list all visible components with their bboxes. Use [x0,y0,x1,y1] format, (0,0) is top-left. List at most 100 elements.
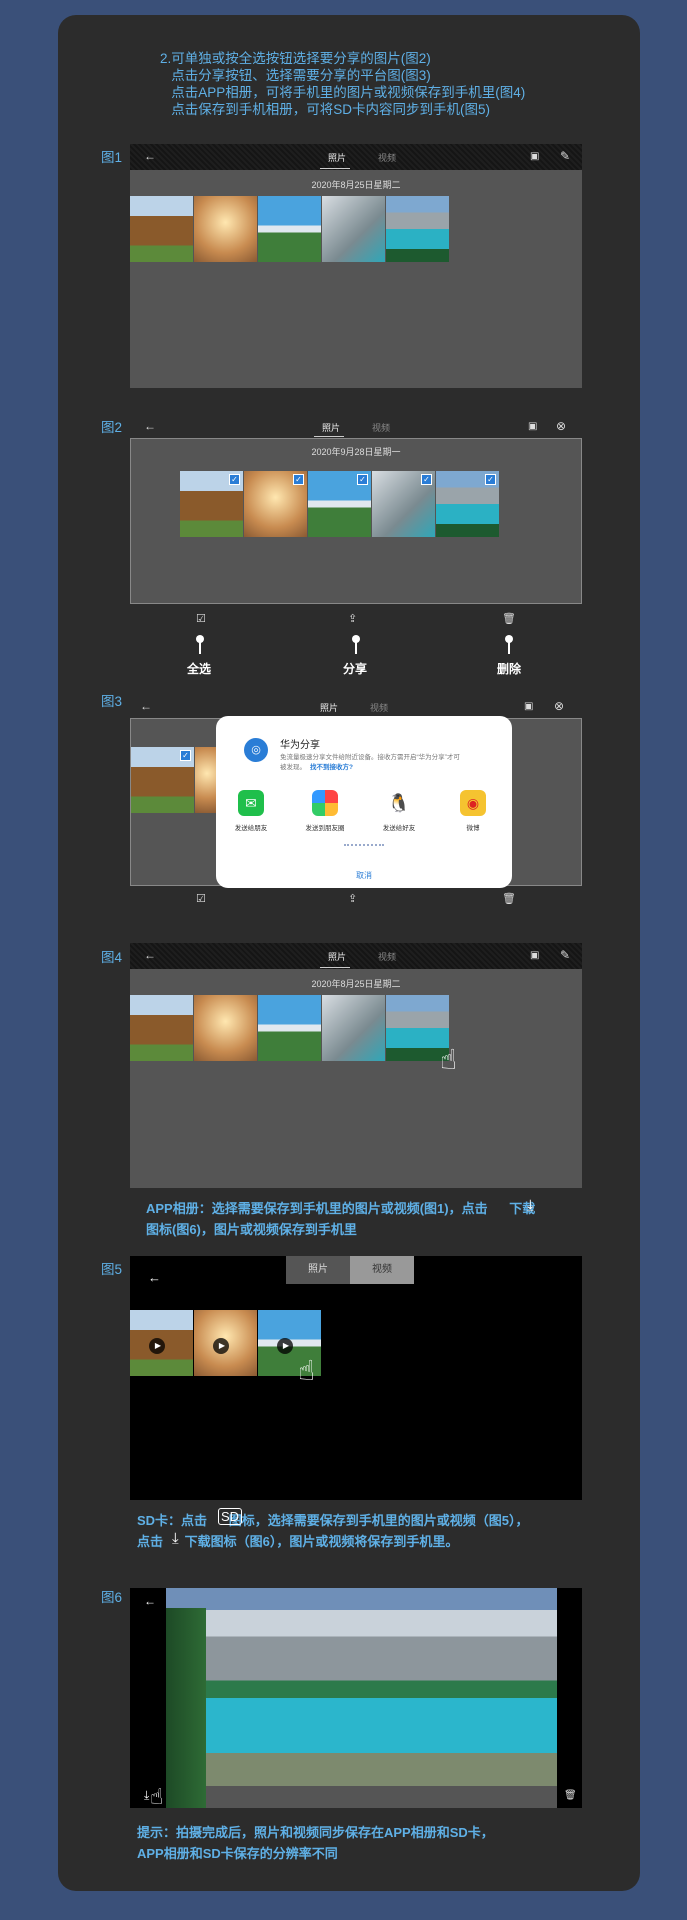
checkbox-checked-icon[interactable]: ✓ [180,750,191,761]
trash-icon[interactable]: 🗑 [564,1790,577,1801]
back-arrow-icon[interactable]: ← [140,699,152,713]
tab-photos[interactable]: 照片 [328,151,346,164]
weibo-icon: ◉ [460,790,486,816]
close-circle-icon[interactable]: ⊗ [554,699,564,713]
photo-thumb-house[interactable] [130,196,193,262]
download-icon: ⤓ [172,1530,179,1547]
play-icon: ▶ [213,1338,229,1354]
share-app-moments[interactable]: 发送到朋友圈 [290,790,360,832]
sd-card-icon: SD [218,1508,243,1525]
edit-pencil-icon[interactable]: ✎ [560,149,570,163]
share-app-wechat[interactable]: ✉ 发送给朋友 [216,790,286,832]
tab-underline [314,436,344,437]
tab-videos[interactable]: 视频 [372,421,390,434]
share-label: 分享 [343,662,368,676]
tap-hand-icon: ☝ [150,1784,164,1809]
checkbox-checked-icon[interactable]: ✓ [485,474,496,485]
download-icon: ⤓ [527,1197,534,1214]
sd-card-icon[interactable]: ▣ [528,421,537,432]
photo-thumb-glacier[interactable] [322,995,385,1061]
date-header: 2020年8月25日星期二 [311,979,401,989]
photo-viewer-screen: ← ⤓ ☝ 🗑 [130,1588,582,1809]
album-topbar-2: ← 照片 视频 ▣ ⊗ [130,414,582,438]
figure-label-4: 图4 [101,950,123,965]
share-app-label: 发送给朋友 [234,825,268,832]
date-header: 2020年9月28日星期一 [311,447,401,457]
trash-icon[interactable]: 🗑 [502,612,516,625]
photo-thumb-mountain[interactable] [386,196,449,262]
video-thumb-hand[interactable]: ▶ [194,1310,257,1376]
tab-videos[interactable]: 视频 [370,701,388,714]
edit-pencil-icon[interactable]: ✎ [560,948,570,962]
tab-photos[interactable]: 照片 [322,421,340,434]
tab-photos[interactable]: 照片 [320,701,338,714]
find-receiver-link[interactable]: 找不到接收方? [310,761,353,771]
wechat-icon: ✉ [238,790,264,816]
tab-videos[interactable]: 视频 [350,1256,414,1284]
trash-icon[interactable]: 🗑 [502,892,516,905]
photo-thumb-glacier[interactable]: ✓ [372,471,435,537]
album-screen-2: 2020年9月28日星期一 ✓ ✓ ✓ ✓ ✓ [130,438,582,604]
pointer-line [508,640,510,654]
photo-thumb-hand[interactable]: ✓ [244,471,307,537]
back-arrow-icon[interactable]: ← [148,1270,161,1285]
back-arrow-icon[interactable]: ← [144,149,156,163]
cancel-button[interactable]: 取消 [216,870,512,881]
share-dialog-desc-2: 被发现。 [280,764,306,771]
back-arrow-icon[interactable]: ← [144,419,156,433]
photo-thumb-mountain[interactable]: ✓ [436,471,499,537]
figure-label-6: 图6 [101,1590,123,1605]
share-icon[interactable]: ⇪ [348,892,357,905]
download-icon[interactable]: ⤓ [144,1788,149,1803]
video-thumb-house[interactable]: ▶ [130,1310,193,1376]
tab-videos[interactable]: 视频 [378,950,396,963]
select-all-icon[interactable]: ☑ [196,892,206,905]
app-album-note: APP相册：选择需要保存到手机里的图片或视频(图1)，点击 下载 图标(图6)，… [146,1201,536,1237]
full-photo-lake [166,1588,557,1808]
sd-card-screen: ← 照片 视频 ▶ ▶ ▶ ☝ [130,1256,582,1500]
photo-thumb-house[interactable] [130,995,193,1061]
sd-card-icon[interactable]: ▣ [530,151,539,162]
checkbox-checked-icon[interactable]: ✓ [229,474,240,485]
back-arrow-icon[interactable]: ← [144,1594,156,1608]
tap-hand-icon: ☝ [440,1044,458,1075]
share-icon[interactable]: ⇪ [348,612,357,625]
share-app-label: 发送给好友 [382,825,416,832]
photo-thumb-lake[interactable]: ✓ [308,471,371,537]
figure-label-5: 图5 [101,1262,123,1277]
photo-thumb-hand[interactable] [194,995,257,1061]
select-all-icon[interactable]: ☑ [196,612,206,625]
photo-thumb-house[interactable]: ✓ [131,747,194,813]
photo-thumb-house[interactable]: ✓ [180,471,243,537]
photo-thumb-lake[interactable] [258,995,321,1061]
tab-videos[interactable]: 视频 [378,151,396,164]
sd-card-icon[interactable]: ▣ [530,950,539,961]
photo-thumb-glacier[interactable] [322,196,385,262]
share-app-qq[interactable]: 🐧 发送给好友 [364,790,434,832]
tab-photos[interactable]: 照片 [328,950,346,963]
tree-shape [166,1608,206,1808]
play-icon: ▶ [277,1338,293,1354]
sd-card-note: SD卡：点击 图标，选择需要保存到手机里的图片或视频（图5）， 点击 下载图标（… [137,1513,529,1549]
album-screen-1: ← 照片 视频 ▣ ✎ 2020年8月25日星期二 [130,144,582,388]
checkbox-checked-icon[interactable]: ✓ [357,474,368,485]
qq-icon: 🐧 [386,790,412,816]
figure-label-1: 图1 [101,150,123,165]
share-app-label: 微博 [466,825,480,832]
share-dialog-desc-1: 免流量极速分享文件给附近设备。接收方需开启“华为分享”才可 [280,754,460,761]
album-screen-4: ← 照片 视频 ▣ ✎ 2020年8月25日星期二 ☝ [130,943,582,1188]
share-app-weibo[interactable]: ◉ 微博 [438,790,508,832]
tab-underline [320,168,350,169]
checkbox-checked-icon[interactable]: ✓ [293,474,304,485]
back-arrow-icon[interactable]: ← [144,948,156,962]
tab-photos[interactable]: 照片 [286,1256,350,1284]
photo-thumb-lake[interactable] [258,196,321,262]
sd-card-icon[interactable]: ▣ [524,701,533,712]
close-circle-icon[interactable]: ⊗ [556,419,566,433]
figure-label-2: 图2 [101,420,123,435]
intro-text: 2.可单独或按全选按钮选择要分享的图片(图2) 点击分享按钮、选择需要分享的平台… [160,51,526,117]
photo-thumb-hand[interactable] [194,196,257,262]
checkbox-checked-icon[interactable]: ✓ [421,474,432,485]
play-icon: ▶ [149,1338,165,1354]
tip-note: 提示：拍摄完成后，照片和视频同步保存在APP相册和SD卡， APP相册和SD卡保… [137,1825,494,1861]
